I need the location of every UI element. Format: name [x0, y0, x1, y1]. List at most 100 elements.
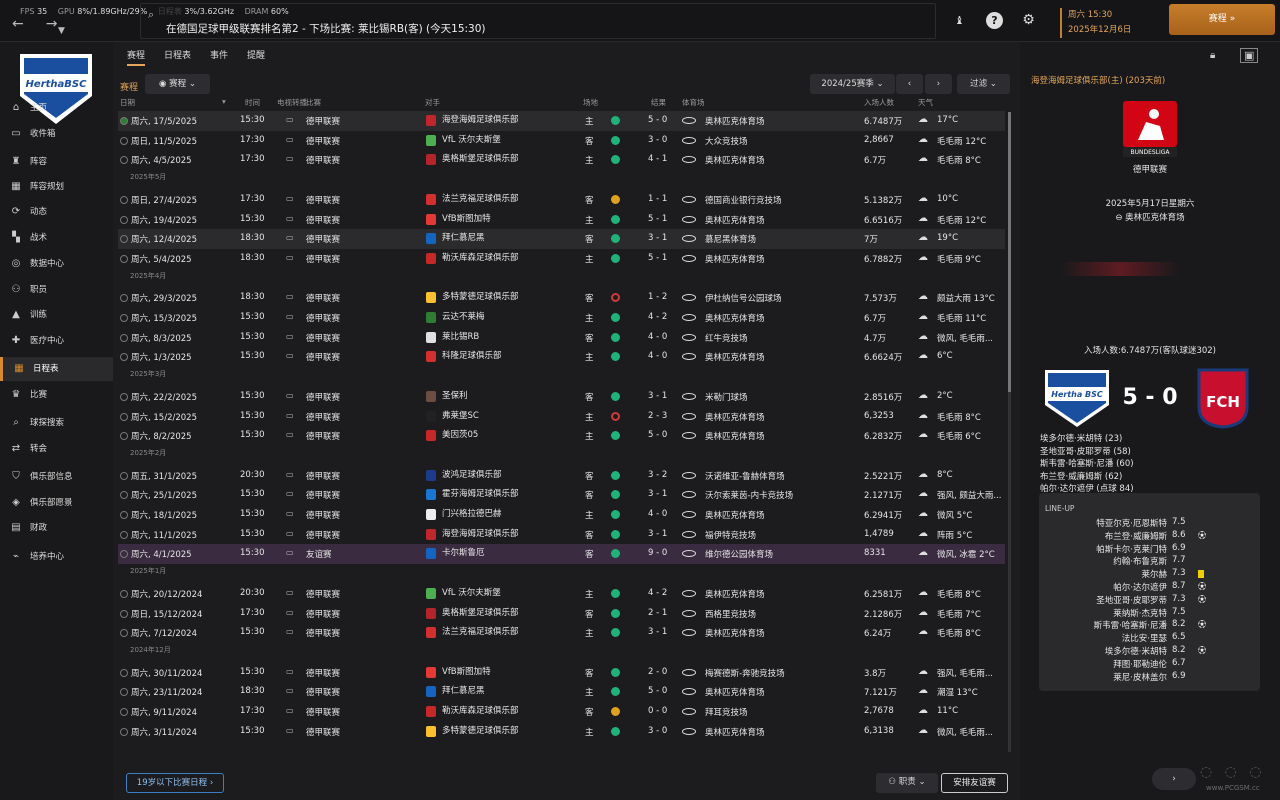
previous-season-button[interactable]: ‹: [896, 74, 923, 94]
fixture-score[interactable]: 3 - 0: [648, 726, 667, 736]
sidebar-item-home[interactable]: ⌂ 主页: [0, 96, 113, 120]
lineup-row[interactable]: 约翰·布鲁克斯 7.7: [1039, 555, 1260, 567]
lineup-row[interactable]: 莱尔赫 7.3: [1039, 568, 1260, 580]
fixture-opponent[interactable]: 卡尔斯鲁厄: [442, 546, 485, 558]
arrange-friendly-button[interactable]: 安排友谊赛: [941, 773, 1008, 793]
fixture-score[interactable]: 4 - 2: [648, 312, 667, 322]
continue-button[interactable]: 赛程 »: [1169, 4, 1275, 35]
fixture-opponent[interactable]: 圣保利: [442, 389, 468, 401]
fixture-opponent[interactable]: 奥格斯堡足球俱乐部: [442, 152, 519, 164]
lineup-row[interactable]: 布兰登·威廉姆斯 8.6 ⚽︎: [1039, 530, 1260, 542]
table-row[interactable]: 周六, 5/4/2025 18:30 ▭ 德甲联赛 勒沃库森足球俱乐部 主 5 - 1 奥林匹…: [118, 249, 1005, 269]
fixture-opponent[interactable]: 多特蒙德足球俱乐部: [442, 724, 519, 736]
lineup-row[interactable]: 埃多尔德·米胡特 8.2 ⚽︎: [1039, 645, 1260, 657]
player-name[interactable]: 拜图·耶勒迪伦: [1113, 658, 1167, 670]
fixture-opponent[interactable]: 门兴格拉德巴赫: [442, 507, 502, 519]
fixture-opponent[interactable]: 拜仁慕尼黑: [442, 231, 485, 243]
next-match-headline[interactable]: 在德国足球甲级联赛排名第2 - 下场比赛: 莱比锡RB(客) (今天15:30): [166, 21, 486, 36]
table-row[interactable]: 周六, 29/3/2025 18:30 ▭ 德甲联赛 多特蒙德足球俱乐部 客 1 - 2 伊杜…: [118, 288, 1005, 308]
table-row[interactable]: 周六, 9/11/2024 17:30 ▭ 德甲联赛 勒沃库森足球俱乐部 客 0 - 0 拜耳…: [118, 702, 1005, 722]
fixture-score[interactable]: 3 - 1: [648, 627, 667, 637]
fixture-score[interactable]: 4 - 0: [648, 509, 667, 519]
sidebar-item-transfers[interactable]: ⇄ 转会: [0, 437, 113, 461]
table-row[interactable]: 周六, 8/3/2025 15:30 ▭ 德甲联赛 莱比锡RB 客 4 - 0 红牛竞技场 4.…: [118, 328, 1005, 348]
club-icon[interactable]: ♝: [951, 12, 968, 29]
fixture-opponent[interactable]: 奥格斯堡足球俱乐部: [442, 606, 519, 618]
table-row[interactable]: 周六, 12/4/2025 18:30 ▭ 德甲联赛 拜仁慕尼黑 客 3 - 1 慕尼黑体育场…: [118, 229, 1005, 250]
player-name[interactable]: 帕斯卡尔·克莱门特: [1096, 543, 1167, 555]
table-row[interactable]: 周六, 18/1/2025 15:30 ▭ 德甲联赛 门兴格拉德巴赫 主 4 - 0 奥林匹克…: [118, 505, 1005, 525]
fixture-opponent[interactable]: 法兰克福足球俱乐部: [442, 625, 519, 637]
lineup-row[interactable]: 拜图·耶勒迪伦 6.7: [1039, 658, 1260, 670]
table-row[interactable]: 周六, 22/2/2025 15:30 ▭ 德甲联赛 圣保利 客 3 - 1 米勒门球场 2.8…: [118, 387, 1005, 407]
lineup-row[interactable]: 斯韦雷·哈塞斯·尼潘 8.2 ⚽︎: [1039, 619, 1260, 631]
fixture-opponent[interactable]: VfB斯图加特: [442, 665, 491, 677]
settings-gear-icon[interactable]: ⚙: [1020, 12, 1037, 29]
sidebar-item-finances[interactable]: ▤ 财政: [0, 516, 113, 540]
back-arrow-icon[interactable]: ←: [12, 16, 46, 32]
fixture-score[interactable]: 3 - 1: [648, 529, 667, 539]
filter-dropdown[interactable]: 过滤 ⌄: [957, 74, 1010, 94]
fixture-opponent[interactable]: 法兰克福足球俱乐部: [442, 192, 519, 204]
fixture-score[interactable]: 1 - 2: [648, 292, 667, 302]
fixture-opponent[interactable]: 多特蒙德足球俱乐部: [442, 290, 519, 302]
fixture-score[interactable]: 4 - 0: [648, 332, 667, 342]
player-name[interactable]: 莱尔赫: [1141, 568, 1167, 580]
fixture-score[interactable]: 9 - 0: [648, 548, 667, 558]
help-icon[interactable]: ?: [986, 12, 1003, 29]
sort-desc-icon[interactable]: ▾: [222, 97, 226, 106]
lineup-row[interactable]: 帕尔·达尔遮伊 8.7 ⚽︎: [1039, 581, 1260, 593]
table-row[interactable]: 周六, 7/12/2024 15:30 ▭ 德甲联赛 法兰克福足球俱乐部 主 3 - 1 奥林…: [118, 623, 1005, 643]
sidebar-item-club-info[interactable]: ⛉ 俱乐部信息: [0, 465, 113, 489]
sidebar-item-scouting[interactable]: ⌕ 球探搜索: [0, 411, 113, 435]
sidebar-item-staff[interactable]: ⚇ 职员: [0, 278, 113, 302]
column-stadium[interactable]: 体育场: [682, 97, 705, 108]
fixture-opponent[interactable]: 勒沃库森足球俱乐部: [442, 251, 519, 263]
fixture-opponent[interactable]: 云达不莱梅: [442, 310, 485, 322]
player-name[interactable]: 莱纳斯·杰克特: [1113, 607, 1167, 619]
sidebar-item-inbox[interactable]: ▭ 收件箱: [0, 122, 113, 146]
table-row[interactable]: 周六, 8/2/2025 15:30 ▭ 德甲联赛 美因茨05 主 5 - 0 奥林匹克体育场…: [118, 426, 1005, 446]
lineup-row[interactable]: 法比安·里瑟 6.5: [1039, 632, 1260, 644]
fixture-opponent[interactable]: 波鸿足球俱乐部: [442, 468, 502, 480]
sidebar-item-training[interactable]: ▲ 训练: [0, 303, 113, 327]
lineup-row[interactable]: 圣地亚哥·皮耶罗蒂 7.3 ⚽︎: [1039, 594, 1260, 606]
table-row[interactable]: 周日, 11/5/2025 17:30 ▭ 德甲联赛 VfL 沃尔夫斯堡 客 3 - 0 大众…: [118, 131, 1005, 151]
player-name[interactable]: 特亚尔克·厄恩斯特: [1096, 517, 1167, 529]
youth-fixtures-button[interactable]: 19岁以下比赛日程 ›: [126, 773, 224, 793]
player-name[interactable]: 约翰·布鲁克斯: [1113, 555, 1167, 567]
fixture-score[interactable]: 5 - 1: [648, 253, 667, 263]
fixture-opponent[interactable]: 勒沃库森足球俱乐部: [442, 704, 519, 716]
fixture-score[interactable]: 2 - 1: [648, 608, 667, 618]
fixture-score[interactable]: 5 - 0: [648, 115, 667, 125]
player-name[interactable]: 帕尔·达尔遮伊: [1113, 581, 1167, 593]
fixture-opponent[interactable]: 莱比锡RB: [442, 330, 479, 342]
search-icon[interactable]: ⌕: [148, 8, 154, 22]
view-dropdown[interactable]: ◉ 赛程 ⌄: [145, 74, 210, 94]
tab-0[interactable]: 赛程: [127, 48, 146, 66]
fixture-opponent[interactable]: VfL 沃尔夫斯堡: [442, 586, 501, 598]
table-row[interactable]: 周六, 4/1/2025 15:30 ▭ 友谊赛 卡尔斯鲁厄 客 9 - 0 维尔德公园体育场…: [118, 544, 1005, 565]
fixture-opponent[interactable]: VfB斯图加特: [442, 212, 491, 224]
player-name[interactable]: 埃多尔德·米胡特: [1105, 645, 1167, 657]
fixture-score[interactable]: 4 - 1: [648, 154, 667, 164]
table-row[interactable]: 周六, 3/11/2024 15:30 ▭ 德甲联赛 多特蒙德足球俱乐部 主 3 - 0 奥林…: [118, 722, 1005, 742]
sidebar-item-planning[interactable]: ▦ 阵容规划: [0, 175, 113, 199]
sidebar-item-development[interactable]: ⌁ 培养中心: [0, 545, 113, 569]
table-row[interactable]: 周六, 17/5/2025 15:30 ▭ 德甲联赛 海登海姆足球俱乐部 主 5 - 0 奥林…: [118, 111, 1005, 131]
table-row[interactable]: 周六, 20/12/2024 20:30 ▭ 德甲联赛 VfL 沃尔夫斯堡 主 4 - 2 奥…: [118, 584, 1005, 604]
fixture-opponent[interactable]: 拜仁慕尼黑: [442, 684, 485, 696]
sidebar-item-data-hub[interactable]: ◎ 数据中心: [0, 252, 113, 276]
player-name[interactable]: 斯韦雷·哈塞斯·尼潘: [1094, 619, 1167, 631]
table-row[interactable]: 周六, 25/1/2025 15:30 ▭ 德甲联赛 霍芬海姆足球俱乐部 客 3 - 1 沃尔…: [118, 485, 1005, 505]
fixture-opponent[interactable]: 海登海姆足球俱乐部: [442, 113, 519, 125]
table-row[interactable]: 周日, 15/12/2024 17:30 ▭ 德甲联赛 奥格斯堡足球俱乐部 客 2 - 1 西…: [118, 604, 1005, 624]
sidebar-item-shirt[interactable]: ♜ 阵容: [0, 150, 113, 174]
scrollbar[interactable]: [1008, 112, 1011, 752]
table-row[interactable]: 周六, 30/11/2024 15:30 ▭ 德甲联赛 VfB斯图加特 客 2 - 0 梅赛德…: [118, 663, 1005, 683]
player-name[interactable]: 莱尼·皮林盖尔: [1113, 671, 1167, 683]
staff-dropdown[interactable]: ⚇ 职责 ⌄: [876, 773, 938, 793]
fixture-score[interactable]: 0 - 0: [648, 706, 667, 716]
player-name[interactable]: 法比安·里瑟: [1122, 632, 1167, 644]
scrollbar-thumb[interactable]: [1008, 112, 1011, 392]
